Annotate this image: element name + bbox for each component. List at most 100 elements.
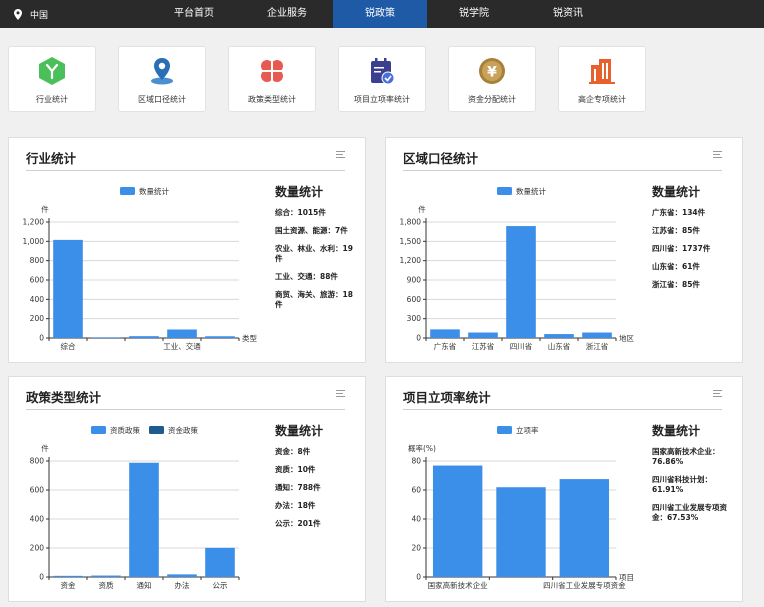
stats-item: 四川省科技计划：61.91% — [652, 475, 712, 494]
tile-label: 高企专项统计 — [578, 95, 626, 104]
y-tick-label: 600 — [30, 276, 45, 285]
y-tick-label: 200 — [30, 314, 45, 323]
tile-industry-stats[interactable]: 行业统计 — [8, 46, 96, 112]
y-tick-label: 800 — [30, 256, 45, 265]
stats-item: 综合：1015件 — [275, 208, 326, 217]
y-tick-label: 400 — [30, 515, 45, 524]
y-tick-label: 20 — [411, 544, 421, 553]
x-tick-label: 资金 — [61, 580, 76, 590]
legend-swatch — [149, 426, 164, 434]
y-tick-label: 1,000 — [23, 237, 45, 246]
stats-title: 数量统计 — [275, 185, 324, 199]
tile-fund-allocation-stats[interactable]: ¥ 资金分配统计 — [448, 46, 536, 112]
bar — [53, 575, 83, 577]
y-tick-label: 60 — [411, 486, 421, 495]
x-tick-label: 通知 — [137, 580, 152, 590]
legend-label: 数量统计 — [516, 186, 546, 196]
stats-item: 资金：8件 — [275, 447, 311, 456]
stats-item: 商贸、海关、旅游：18件 — [275, 290, 353, 309]
bar — [167, 329, 197, 338]
y-tick-label: 400 — [30, 295, 45, 304]
y-tick-label: 900 — [407, 276, 422, 285]
bar — [167, 574, 197, 577]
panel-menu-icon[interactable] — [713, 151, 722, 160]
map-pin-icon — [151, 58, 173, 85]
top-nav: 中国 平台首页 企业服务 锐政策 锐学院 锐资讯 — [0, 0, 764, 28]
building-icon — [589, 59, 615, 84]
bar — [544, 334, 574, 338]
x-axis-label: 地区 — [619, 333, 634, 343]
y-tick-label: 80 — [411, 457, 421, 466]
y-tick-label: 1,200 — [400, 256, 422, 265]
panel-region-stats: 区域口径统计 数量统计件 0 300 600 900 1,200 1,500 1,800 广东省… — [385, 137, 743, 363]
tile-label: 区域口径统计 — [138, 95, 186, 104]
panel-project-rate-stats: 项目立项率统计 立项率 概率(%) 0 20 40 60 80 国家高新技术企业 四川省工业发展… — [385, 376, 743, 602]
bar — [53, 239, 83, 338]
y-tick-label: 0 — [416, 573, 421, 582]
stats-box: 数量统计 国家高新技术企业：76.86% 四川省科技计划：61.91% 四川省工… — [652, 424, 736, 531]
panel-menu-icon[interactable] — [336, 151, 345, 160]
bar — [559, 479, 610, 577]
bar — [496, 487, 546, 577]
stats-item: 江苏省：85件 — [652, 226, 700, 235]
y-tick-label: 0 — [416, 334, 421, 343]
bar — [506, 226, 536, 338]
x-tick-label: 广东省 — [434, 341, 457, 351]
legend-swatch — [91, 426, 106, 434]
legend-label: 资金政策 — [168, 425, 198, 435]
x-axis-label: 类型 — [242, 333, 257, 343]
panel-industry-stats: 行业统计 数量统计件 0 200 400 600 800 1,000 1,200 综合 工业、交通… — [8, 137, 366, 363]
x-tick-label: 山东省 — [548, 341, 571, 351]
bar — [468, 332, 498, 338]
stats-item: 四川省：1737件 — [652, 244, 711, 253]
y-axis-label: 件 — [418, 204, 426, 214]
y-axis-label: 件 — [41, 443, 49, 453]
panel-menu-icon[interactable] — [713, 390, 722, 399]
panel-policy-type-stats: 政策类型统计 资质政策 资金政策件 0 200 400 600 800 资金 资质 通知 办法 公示 … — [8, 376, 366, 602]
x-tick-label: 工业、交通 — [163, 341, 201, 351]
panel-menu-icon[interactable] — [336, 390, 345, 399]
legend-swatch — [497, 187, 512, 195]
industry-bar-chart: 数量统计件 0 200 400 600 800 1,000 1,200 综合 工业、交通 类型 — [23, 186, 258, 351]
bar — [430, 329, 460, 338]
tile-high-tech-stats[interactable]: 高企专项统计 — [558, 46, 646, 112]
nav-item-academy[interactable]: 锐学院 — [427, 0, 521, 28]
y-tick-label: 1,200 — [23, 218, 45, 227]
hexagon-y-icon — [39, 57, 65, 85]
legend-label: 资质政策 — [110, 425, 140, 435]
location-pin-icon — [14, 8, 22, 20]
nav-item-home[interactable]: 平台首页 — [147, 0, 241, 28]
stats-item: 工业、交通：88件 — [275, 272, 338, 281]
y-axis-label: 件 — [41, 204, 49, 214]
stats-box: 数量统计 广东省：134件 江苏省：85件 四川省：1737件 山东省：61件 … — [652, 185, 734, 298]
nav-item-news[interactable]: 锐资讯 — [521, 0, 615, 28]
location-label: 中国 — [30, 10, 49, 21]
location-selector[interactable]: 中国 — [14, 0, 48, 28]
stats-box: 数量统计 资金：8件 资质：10件 通知：788件 办法：18件 公示：201件 — [275, 424, 357, 537]
nav-item-enterprise[interactable]: 企业服务 — [241, 0, 333, 28]
bar — [205, 547, 235, 577]
y-tick-label: 1,500 — [400, 237, 422, 246]
tile-policy-type-stats[interactable]: 政策类型统计 — [228, 46, 316, 112]
stats-box: 数量统计 综合：1015件 国土资源、能源：7件 农业、林业、水利：19件 工业… — [275, 185, 357, 318]
stats-title: 数量统计 — [275, 424, 324, 438]
bar — [582, 332, 612, 338]
tile-project-rate-stats[interactable]: 项目立项率统计 — [338, 46, 426, 112]
y-tick-label: 200 — [30, 544, 45, 553]
tile-region-stats[interactable]: 区域口径统计 — [118, 46, 206, 112]
stats-item: 山东省：61件 — [652, 262, 700, 271]
y-axis-label: 概率(%) — [408, 443, 436, 453]
x-tick-label: 资质 — [99, 580, 114, 590]
stats-item: 农业、林业、水利：19件 — [275, 244, 353, 263]
bar — [129, 336, 159, 338]
bar — [205, 336, 235, 338]
region-bar-chart: 数量统计件 0 300 600 900 1,200 1,500 1,800 广东省 江苏省 四川省 山… — [400, 186, 635, 351]
tile-label: 项目立项率统计 — [354, 95, 410, 104]
y-tick-label: 600 — [30, 486, 45, 495]
x-tick-label: 江苏省 — [472, 341, 495, 351]
clover-icon — [261, 60, 283, 82]
stats-item: 四川省工业发展专项资金：67.53% — [652, 503, 727, 522]
bar — [129, 462, 159, 577]
stats-title: 数量统计 — [652, 424, 701, 438]
nav-item-policy[interactable]: 锐政策 — [333, 0, 427, 28]
